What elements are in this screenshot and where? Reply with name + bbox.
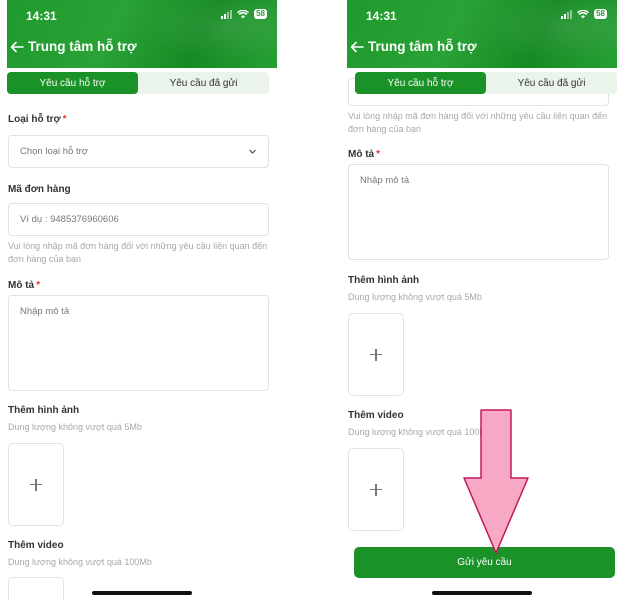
status-time: 14:31 bbox=[366, 9, 397, 23]
description-label: Mô tả * bbox=[8, 280, 41, 291]
description-textarea[interactable]: Nhập mô tả bbox=[8, 295, 269, 391]
description-label: Mô tả * bbox=[348, 149, 381, 160]
required-mark: * bbox=[36, 280, 41, 291]
support-type-label: Loại hỗ trợ * bbox=[8, 114, 67, 125]
image-hint: Dung lượng không vượt quá 5Mb bbox=[348, 292, 482, 302]
app-header: 14:31 58 Trung tâm hỗ trợ bbox=[7, 0, 277, 68]
page-title: Trung tâm hỗ trợ bbox=[28, 39, 137, 54]
status-time: 14:31 bbox=[26, 9, 57, 23]
battery-icon: 58 bbox=[594, 9, 607, 19]
app-header: 14:31 58 Trung tâm hỗ trợ bbox=[347, 0, 617, 68]
video-label: Thêm video bbox=[8, 540, 64, 551]
order-code-label: Mã đơn hàng bbox=[8, 184, 71, 195]
description-placeholder: Nhập mô tả bbox=[20, 306, 70, 317]
tab-sent-requests[interactable]: Yêu cầu đã gửi bbox=[486, 72, 617, 94]
status-icons: 58 bbox=[561, 9, 607, 19]
plus-icon bbox=[30, 478, 42, 491]
tab-bar: Yêu cầu hỗ trợ Yêu cầu đã gửi bbox=[355, 72, 617, 94]
battery-icon: 58 bbox=[254, 9, 267, 19]
plus-icon bbox=[370, 483, 382, 496]
wifi-icon bbox=[577, 9, 590, 18]
add-video-button[interactable] bbox=[348, 448, 404, 531]
video-hint: Dung lượng không vượt quá 100Mb bbox=[8, 557, 152, 567]
order-code-input[interactable]: Ví dụ : 9485376960606 bbox=[8, 203, 269, 236]
image-label: Thêm hình ảnh bbox=[348, 275, 420, 286]
signal-icon bbox=[221, 9, 233, 19]
order-code-hint: Vui lòng nhập mã đơn hàng đối với những … bbox=[8, 241, 268, 264]
tab-support-request[interactable]: Yêu cầu hỗ trợ bbox=[355, 72, 486, 94]
order-code-hint: Vui lòng nhập mã đơn hàng đối với những … bbox=[348, 111, 608, 134]
support-type-select[interactable]: Chọn loại hỗ trợ bbox=[8, 135, 269, 168]
add-image-button[interactable] bbox=[8, 443, 64, 526]
arrow-left-icon[interactable] bbox=[10, 40, 24, 54]
chevron-down-icon bbox=[249, 149, 256, 154]
image-label: Thêm hình ảnh bbox=[8, 405, 80, 416]
phone-screen-left: 14:31 58 Trung tâm hỗ trợ Yêu cầu hỗ trợ… bbox=[7, 0, 277, 600]
add-image-button[interactable] bbox=[348, 313, 404, 396]
add-video-button[interactable] bbox=[8, 577, 64, 600]
order-code-placeholder: Ví dụ : 9485376960606 bbox=[20, 214, 119, 225]
description-textarea[interactable]: Nhập mô tả bbox=[348, 164, 609, 260]
home-indicator bbox=[92, 591, 192, 595]
signal-icon bbox=[561, 9, 573, 19]
tab-support-request[interactable]: Yêu cầu hỗ trợ bbox=[7, 72, 138, 94]
video-label: Thêm video bbox=[348, 410, 404, 421]
description-placeholder: Nhập mô tả bbox=[360, 175, 410, 186]
tab-sent-requests[interactable]: Yêu cầu đã gửi bbox=[138, 72, 269, 94]
status-icons: 58 bbox=[221, 9, 267, 19]
required-mark: * bbox=[376, 149, 381, 160]
support-type-placeholder: Chọn loại hỗ trợ bbox=[20, 146, 89, 157]
page-title: Trung tâm hỗ trợ bbox=[368, 39, 477, 54]
arrow-left-icon[interactable] bbox=[350, 40, 364, 54]
plus-icon bbox=[370, 348, 382, 361]
wifi-icon bbox=[237, 9, 250, 18]
home-indicator bbox=[432, 591, 532, 595]
required-mark: * bbox=[62, 114, 67, 125]
tab-bar: Yêu cầu hỗ trợ Yêu cầu đã gửi bbox=[7, 72, 269, 94]
annotation-arrow-down-icon bbox=[463, 409, 529, 554]
image-hint: Dung lượng không vượt quá 5Mb bbox=[8, 422, 142, 432]
